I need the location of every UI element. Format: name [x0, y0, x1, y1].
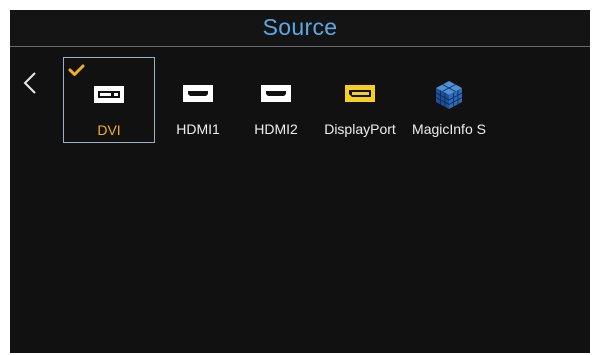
source-screen: Source DVI HDMI1 HDMI2 DisplayPort Magic… — [10, 10, 590, 353]
source-label: DVI — [97, 122, 121, 138]
hdmi-port-icon — [183, 85, 213, 102]
source-label: DisplayPort — [324, 121, 396, 137]
magicinfo-cube-icon — [434, 79, 464, 111]
source-item-displayport[interactable]: DisplayPort — [320, 57, 400, 143]
dvi-port-icon — [94, 86, 124, 103]
back-button[interactable] — [20, 70, 42, 96]
title-bar: Source — [10, 10, 590, 47]
check-icon — [68, 64, 85, 77]
source-label: HDMI1 — [176, 121, 220, 137]
source-item-dvi[interactable]: DVI — [63, 57, 155, 143]
source-item-hdmi1[interactable]: HDMI1 — [167, 57, 229, 143]
source-item-hdmi2[interactable]: HDMI2 — [245, 57, 307, 143]
displayport-port-icon — [345, 85, 375, 102]
chevron-left-icon — [20, 70, 42, 96]
hdmi-port-icon — [261, 85, 291, 102]
page-title: Source — [262, 14, 338, 40]
source-label: MagicInfo S — [412, 121, 486, 137]
source-item-magicinfo[interactable]: MagicInfo S — [408, 57, 490, 143]
source-label: HDMI2 — [254, 121, 298, 137]
